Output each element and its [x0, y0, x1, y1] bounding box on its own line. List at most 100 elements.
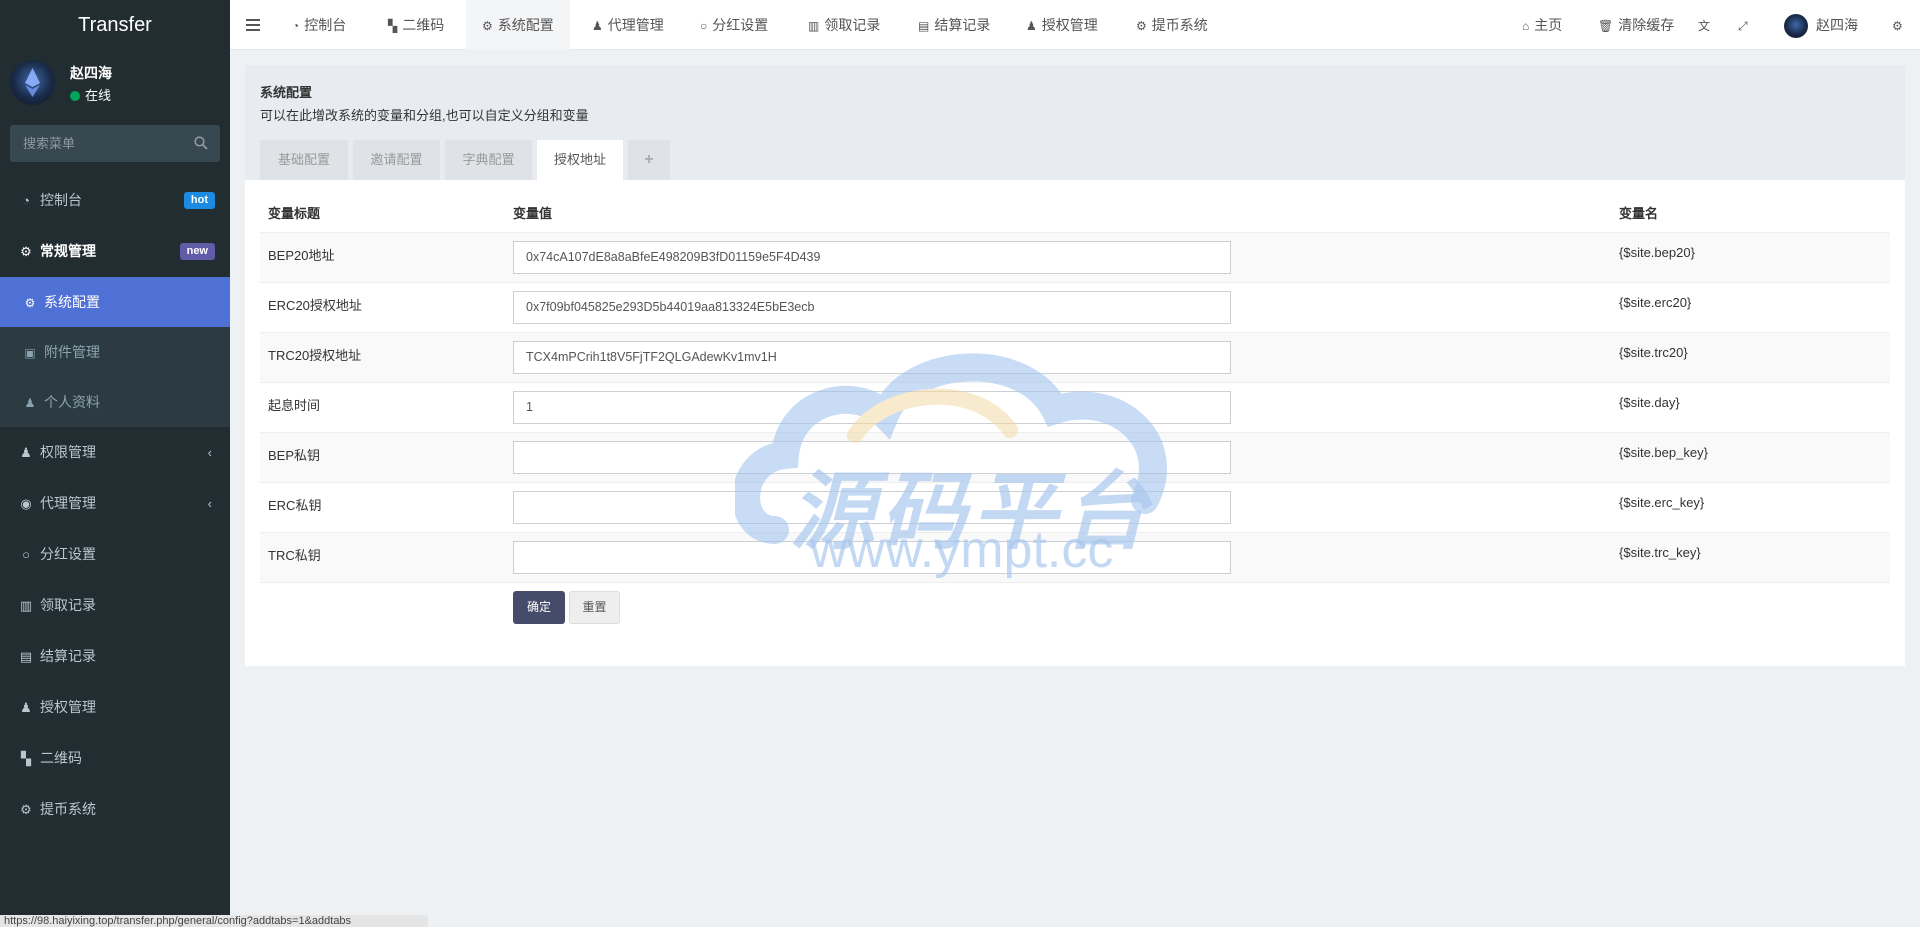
dashboard-icon: ◔: [292, 19, 300, 33]
variable-value-cell: [505, 332, 1611, 383]
table-header-row: 变量标题 变量值 变量名: [260, 194, 1890, 233]
reset-button[interactable]: 重置: [569, 591, 620, 624]
sidebar-item-label: 个人资料: [44, 394, 100, 410]
tab-dashboard[interactable]: ◔ 控制台: [292, 0, 346, 50]
variable-value-cell: [505, 232, 1611, 283]
menu-search-input[interactable]: [10, 125, 220, 162]
tab-invite-config[interactable]: 邀请配置: [353, 140, 440, 180]
general-submenu: ⚙ 系统配置 ▣ 附件管理 ♟ 个人资料: [0, 277, 230, 427]
tab-label: 提币系统: [1151, 17, 1208, 33]
menu-toggle-button[interactable]: [246, 0, 260, 50]
new-badge: new: [179, 243, 215, 260]
circle-icon: ○: [22, 547, 30, 562]
user-icon: ♟: [592, 19, 603, 33]
sidebar-item-authorization[interactable]: ♟ 授权管理: [0, 682, 230, 733]
variable-title: BEP私钥: [260, 432, 505, 483]
interest-start-input[interactable]: [513, 390, 1231, 424]
sidebar-item-settlement[interactable]: ▤ 结算记录: [0, 631, 230, 682]
top-nav: ◔ 控制台 ▚ 二维码 ⚙ 系统配置 ♟ 代理管理 ○ 分红设置 ▥ 领取记录 ▤ 结算记录 …: [230, 0, 1920, 50]
variable-name: {$site.bep20}: [1611, 232, 1890, 283]
gear-icon: ⚙: [1136, 19, 1147, 33]
cogs-icon: ⚙: [20, 244, 32, 259]
page-title: 系统配置: [260, 85, 313, 100]
variable-name: {$site.erc_key}: [1611, 482, 1890, 533]
tab-dividend[interactable]: ○ 分红设置: [700, 0, 768, 50]
variable-title: TRC私钥: [260, 532, 505, 583]
top-user-avatar[interactable]: [1784, 14, 1808, 38]
column-header: 变量值: [505, 194, 1611, 233]
group-icon: ♟: [20, 445, 32, 460]
group-icon: ♟: [1026, 19, 1037, 33]
tab-system-config[interactable]: ⚙ 系统配置: [466, 0, 570, 50]
submit-button[interactable]: 确定: [513, 591, 565, 624]
app-logo[interactable]: Transfer: [0, 0, 230, 50]
tab-label: 二维码: [402, 17, 445, 33]
top-user-name[interactable]: 赵四海: [1816, 0, 1858, 50]
search-icon[interactable]: [194, 136, 208, 150]
sidebar-item-qrcode[interactable]: ▚ 二维码: [0, 733, 230, 784]
tab-basic-config[interactable]: 基础配置: [260, 140, 348, 180]
sidebar-item-dashboard[interactable]: ◔ 控制台 hot: [0, 175, 230, 226]
group-icon: ♟: [20, 700, 32, 715]
sidebar-item-label: 分红设置: [40, 546, 96, 562]
translate-button[interactable]: 文: [1698, 0, 1715, 50]
sidebar-item-label: 权限管理: [40, 444, 96, 460]
bep20-address-input[interactable]: [513, 240, 1231, 274]
tab-claims[interactable]: ▥ 领取记录: [808, 0, 880, 50]
sidebar-item-general[interactable]: ⚙ 常规管理 new: [0, 226, 230, 277]
table-row: TRC20授权地址 {$site.trc20}: [260, 332, 1890, 383]
variable-value-cell: [505, 282, 1611, 333]
tab-label: 领取记录: [824, 17, 881, 33]
sidebar-item-dividend[interactable]: ○ 分红设置: [0, 529, 230, 580]
sidebar-item-permissions[interactable]: ♟ 权限管理 ‹: [0, 427, 230, 478]
variable-name: {$site.erc20}: [1611, 282, 1890, 333]
sidebar-item-agents[interactable]: ◉ 代理管理 ‹: [0, 478, 230, 529]
sidebar-item-profile[interactable]: ♟ 个人资料: [0, 377, 230, 427]
sidebar-item-label: 二维码: [40, 750, 82, 766]
settings-button[interactable]: ⚙: [1892, 0, 1908, 50]
hamburger-icon: [246, 19, 260, 31]
home-icon: ⌂: [1522, 19, 1530, 33]
tab-authorization[interactable]: ♟ 授权管理: [1026, 0, 1098, 50]
variable-name: {$site.day}: [1611, 382, 1890, 433]
chevron-left-icon: ‹: [207, 496, 212, 511]
config-panel: 变量标题 变量值 变量名 BEP20地址 {$site.bep20} ERC20…: [245, 180, 1905, 666]
tab-qrcode[interactable]: ▚ 二维码: [388, 0, 444, 50]
hot-badge: hot: [183, 192, 215, 209]
add-group-button[interactable]: +: [628, 140, 670, 180]
sidebar-item-label: 授权管理: [40, 699, 96, 715]
trc20-address-input[interactable]: [513, 340, 1231, 374]
sidebar-item-system-config[interactable]: ⚙ 系统配置: [0, 277, 230, 327]
erc20-address-input[interactable]: [513, 290, 1231, 324]
tab-agents[interactable]: ♟ 代理管理: [592, 0, 664, 50]
sidebar-item-claims[interactable]: ▥ 领取记录: [0, 580, 230, 631]
clear-cache-button[interactable]: 🗑 清除缓存: [1598, 0, 1674, 50]
variable-title: BEP20地址: [260, 232, 505, 283]
column-header: 变量标题: [260, 194, 505, 233]
trash-icon: 🗑: [1598, 19, 1614, 33]
status-bar-url: https://98.haiyixing.top/transfer.php/ge…: [0, 915, 428, 927]
tab-withdraw[interactable]: ⚙ 提币系统: [1136, 0, 1208, 50]
tab-auth-address[interactable]: 授权地址: [537, 140, 623, 180]
qrcode-icon: ▚: [388, 19, 398, 33]
fullscreen-button[interactable]: ⤢: [1738, 0, 1753, 50]
gear-icon: ⚙: [24, 296, 36, 310]
sidebar-item-label: 附件管理: [44, 344, 100, 360]
sidebar-item-attachments[interactable]: ▣ 附件管理: [0, 327, 230, 377]
sidebar-menu: ◔ 控制台 hot ⚙ 常规管理 new ⚙ 系统配置 ▣ 附件管理 ♟ 个人资料 ♟ 权限…: [0, 175, 230, 835]
variable-title: 起息时间: [260, 382, 505, 433]
table-row: ERC20授权地址 {$site.erc20}: [260, 282, 1890, 333]
tab-label: 结算记录: [934, 17, 991, 33]
money-icon: ▤: [918, 19, 930, 33]
user-avatar: [10, 60, 55, 105]
sidebar: Transfer 赵四海 在线 ◔ 控制台 hot ⚙ 常规管理 new ⚙ 系统配置…: [0, 0, 230, 927]
tab-settlement[interactable]: ▤ 结算记录: [918, 0, 990, 50]
online-dot-icon: [70, 91, 80, 101]
user-panel: 赵四海 在线: [0, 50, 230, 118]
gear-icon: ⚙: [20, 802, 32, 817]
home-link[interactable]: ⌂ 主页: [1522, 0, 1562, 50]
tab-dictionary-config[interactable]: 字典配置: [445, 140, 532, 180]
sidebar-item-withdraw[interactable]: ⚙ 提币系统: [0, 784, 230, 835]
variable-value-cell: [505, 382, 1611, 433]
user-circle-icon: ◉: [20, 496, 32, 511]
